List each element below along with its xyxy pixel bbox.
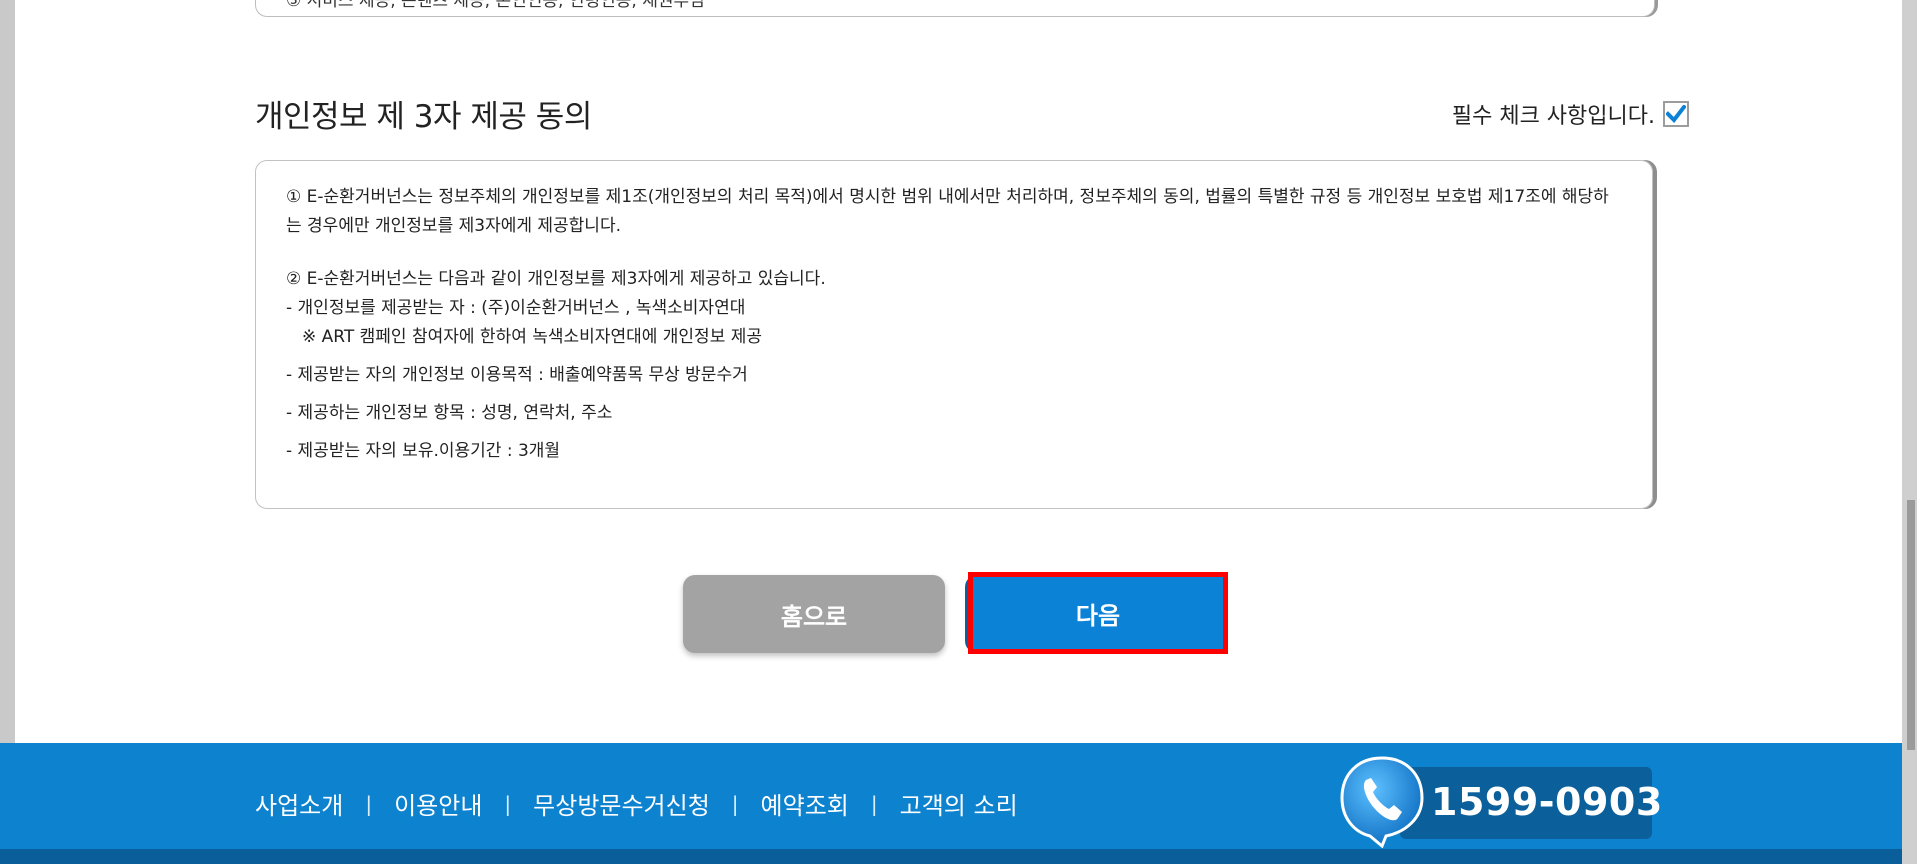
scrollbar[interactable] [1902, 0, 1917, 864]
home-button[interactable]: 홈으로 [683, 575, 945, 653]
phone-number: 1599-0903 [1431, 780, 1663, 824]
footer-separator: | [731, 791, 739, 816]
required-label: 필수 체크 사항입니다. [1451, 104, 1655, 129]
footer-nav: 사업소개 | 이용안내 | 무상방문수거신청 | 예약조회 | 고객의 소리 [255, 786, 1018, 821]
footer-separator: | [504, 791, 512, 816]
terms-recipient: - 개인정보를 제공받는 자 : (주)이순환거버넌스 , 녹색소비자연대 [286, 298, 746, 318]
terms-purpose: - 제공받는 자의 개인정보 이용목적 : 배출예약품목 무상 방문수거 [286, 365, 748, 385]
footer-link-about[interactable]: 사업소개 [255, 786, 343, 821]
phone-icon [1340, 756, 1424, 848]
terms-paragraph-2: ② E-순환거버넌스는 다음과 같이 개인정보를 제3자에게 제공하고 있습니다… [286, 269, 826, 289]
next-button-highlight: 다음 [968, 572, 1228, 654]
footer-link-pickup-request[interactable]: 무상방문수거신청 [533, 786, 710, 821]
terms-paragraph-1: ① E-순환거버넌스는 정보주체의 개인정보를 제1조(개인정보의 처리 목적)… [286, 187, 1609, 236]
footer-separator: | [365, 791, 373, 816]
footer-link-guide[interactable]: 이용안내 [394, 786, 482, 821]
terms-content-box: ① E-순환거버넌스는 정보주체의 개인정보를 제1조(개인정보의 처리 목적)… [255, 160, 1653, 509]
footer-link-reservation-lookup[interactable]: 예약조회 [761, 786, 849, 821]
agree-checkbox[interactable] [1663, 101, 1689, 127]
footer-link-customer-voice[interactable]: 고객의 소리 [900, 786, 1018, 821]
footer-separator: | [870, 791, 878, 816]
next-button[interactable]: 다음 [973, 577, 1223, 649]
required-check-row: 필수 체크 사항입니다. [1452, 98, 1689, 130]
terms-recipient-note: ※ ART 캠페인 참여자에 한하여 녹색소비자연대에 개인정보 제공 [302, 327, 763, 347]
terms-period: - 제공받는 자의 보유.이용기간 : 3개월 [286, 441, 561, 461]
terms-items: - 제공하는 개인정보 항목 : 성명, 연락처, 주소 [286, 403, 613, 423]
footer-bottom-bar [0, 849, 1917, 864]
scrollbar-thumb[interactable] [1907, 500, 1915, 750]
section-title: 개인정보 제 3자 제공 동의 [255, 99, 592, 135]
checkmark-icon [1666, 105, 1686, 123]
previous-terms-box: ⑤ 서비스 제공, 콘텐츠 제공, 본인인증, 연령인증, 채권추심 [255, 0, 1655, 17]
previous-terms-text: ⑤ 서비스 제공, 콘텐츠 제공, 본인인증, 연령인증, 채권추심 [286, 0, 705, 11]
